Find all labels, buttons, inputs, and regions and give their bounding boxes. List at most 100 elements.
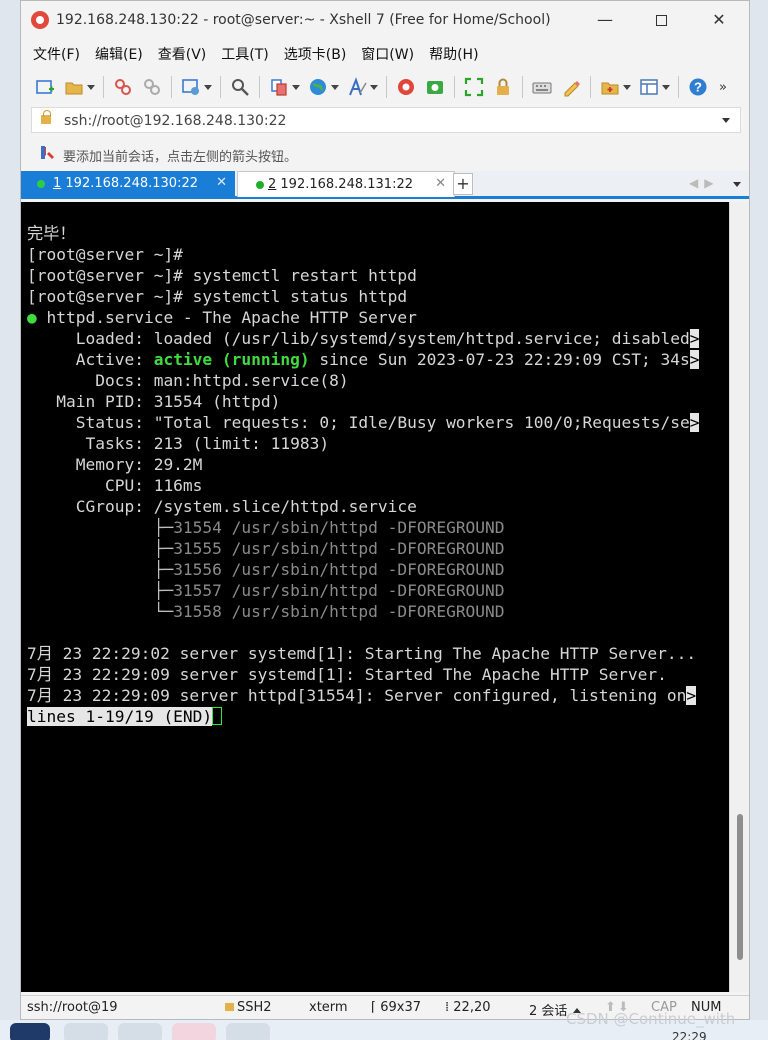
terminal-output[interactable]: 完毕！ [root@server ~]# [root@server ~]# syst… xyxy=(21,202,729,992)
taskbar-item[interactable] xyxy=(226,1023,270,1040)
csdn-watermark: CSDN @Continue_with xyxy=(566,1010,736,1028)
copy-icon[interactable] xyxy=(269,77,289,97)
terminal-line: Status: "Total requests: 0; Idle/Busy wo… xyxy=(27,412,700,433)
scrollbar-thumb[interactable] xyxy=(737,814,743,960)
toolbar-separator xyxy=(103,76,104,98)
svg-text:?: ? xyxy=(694,80,702,95)
terminal-cursor xyxy=(212,707,223,725)
highlight-icon[interactable] xyxy=(561,77,581,97)
tab-label: 192.168.248.131:22 xyxy=(276,177,413,192)
lock-icon[interactable] xyxy=(493,77,513,97)
terminal-scrollbar[interactable] xyxy=(729,202,749,992)
address-bar[interactable]: ssh://root@192.168.248.130:22 xyxy=(31,107,741,133)
toolbar-separator xyxy=(220,76,221,98)
terminal-text-segment: [root@server ~]# systemctl restart httpd xyxy=(27,266,417,285)
cgroup-process: 31556 /usr/sbin/httpd -DFOREGROUND xyxy=(173,560,505,579)
session-tab-2[interactable]: 2 192.168.248.131:22 ✕ xyxy=(237,171,455,197)
session-hint-bar: 要添加当前会话，点击左侧的箭头按钮。 xyxy=(21,141,749,167)
address-dropdown-icon[interactable] xyxy=(722,118,730,123)
terminal-line: └─31558 /usr/sbin/httpd -DFOREGROUND xyxy=(27,601,699,622)
session-tab-1[interactable]: 1 192.168.248.130:22 ✕ xyxy=(21,171,235,197)
add-tab-button[interactable]: + xyxy=(453,173,473,195)
menu-window[interactable]: 窗口(W) xyxy=(361,44,414,64)
toolbar: ? » xyxy=(21,71,749,103)
taskbar-item[interactable] xyxy=(10,1023,50,1040)
terminal-line: [root@server ~]# systemctl restart httpd xyxy=(27,265,699,286)
toolbar-overflow-button[interactable]: » xyxy=(719,80,727,95)
keyboard-icon[interactable] xyxy=(532,77,552,97)
properties-dropdown-icon[interactable] xyxy=(204,84,212,90)
menu-tabs[interactable]: 选项卡(B) xyxy=(284,44,347,64)
terminal-line: 7月 23 22:29:09 server httpd[31554]: Serv… xyxy=(27,685,699,706)
maximize-button[interactable] xyxy=(643,7,679,33)
terminal-line: Docs: man:httpd.service(8) xyxy=(27,370,699,391)
tab-close-icon[interactable]: ✕ xyxy=(216,175,227,190)
line-truncated-marker: > xyxy=(689,413,700,432)
toolbar-separator xyxy=(259,76,260,98)
cgroup-process: 31554 /usr/sbin/httpd -DFOREGROUND xyxy=(173,518,505,537)
font-dropdown-icon[interactable] xyxy=(370,84,378,90)
font-icon[interactable] xyxy=(347,77,367,97)
terminal-line: ├─31554 /usr/sbin/httpd -DFOREGROUND xyxy=(27,517,699,538)
xshell-icon[interactable] xyxy=(396,77,416,97)
globe-icon[interactable] xyxy=(308,77,328,97)
toolbar-separator xyxy=(678,76,679,98)
fullscreen-icon[interactable] xyxy=(464,77,484,97)
terminal-text-segment: [root@server ~]# systemctl status httpd xyxy=(27,287,408,306)
cgroup-tree-branch: ├─ xyxy=(27,518,174,537)
toolbar-separator xyxy=(522,76,523,98)
layout-icon[interactable] xyxy=(639,77,659,97)
menu-edit[interactable]: 编辑(E) xyxy=(95,44,143,64)
tab-close-icon[interactable]: ✕ xyxy=(435,176,446,191)
terminal-text-segment: 7月 23 22:29:09 server systemd[1]: Starte… xyxy=(27,665,667,684)
terminal-text-segment: 7月 23 22:29:02 server systemd[1]: Starti… xyxy=(27,644,697,663)
cgroup-process: 31558 /usr/sbin/httpd -DFOREGROUND xyxy=(173,602,505,621)
xftp-icon[interactable] xyxy=(425,77,445,97)
copy-dropdown-icon[interactable] xyxy=(292,84,300,90)
xshell-app-icon xyxy=(31,11,49,29)
open-folder-icon[interactable] xyxy=(64,77,84,97)
add-session-arrow-icon[interactable] xyxy=(41,146,55,160)
minimize-button[interactable]: — xyxy=(587,7,623,33)
status-session: ssh://root@19 xyxy=(27,1000,118,1015)
terminal-text-segment: Main PID: 31554 (httpd) xyxy=(27,392,281,411)
terminal-line: [root@server ~]# systemctl status httpd xyxy=(27,286,699,307)
taskbar-item[interactable] xyxy=(172,1023,216,1040)
compose-icon[interactable] xyxy=(600,77,620,97)
connect-icon[interactable] xyxy=(113,77,133,97)
close-button[interactable]: ✕ xyxy=(701,7,737,33)
globe-dropdown-icon[interactable] xyxy=(331,84,339,90)
cgroup-tree-branch: ├─ xyxy=(27,539,174,558)
compose-dropdown-icon[interactable] xyxy=(623,84,631,90)
taskbar-item[interactable] xyxy=(118,1023,162,1040)
menu-tools[interactable]: 工具(T) xyxy=(221,44,268,64)
lock-icon xyxy=(225,1003,234,1011)
title-bar: 192.168.248.130:22 - root@server:~ - Xsh… xyxy=(21,1,749,39)
disconnect-icon[interactable] xyxy=(142,77,162,97)
new-session-icon[interactable] xyxy=(35,77,55,97)
help-icon[interactable]: ? xyxy=(688,77,708,97)
find-icon[interactable] xyxy=(230,77,250,97)
cgroup-process: 31555 /usr/sbin/httpd -DFOREGROUND xyxy=(173,539,505,558)
padlock-icon xyxy=(41,110,51,124)
properties-icon[interactable] xyxy=(181,77,201,97)
menu-view[interactable]: 查看(V) xyxy=(158,44,207,64)
line-truncated-marker: > xyxy=(686,686,697,705)
layout-dropdown-icon[interactable] xyxy=(662,84,670,90)
terminal-line: ├─31557 /usr/sbin/httpd -DFOREGROUND xyxy=(27,580,699,601)
terminal-line: ● httpd.service - The Apache HTTP Server xyxy=(27,307,699,328)
address-input[interactable]: ssh://root@192.168.248.130:22 xyxy=(64,113,286,129)
terminal-text-segment: Active: xyxy=(27,350,154,369)
taskbar-item[interactable] xyxy=(64,1023,108,1040)
status-protocol: SSH2 xyxy=(225,1000,272,1015)
tab-list-dropdown-icon[interactable] xyxy=(733,182,741,187)
menu-file[interactable]: 文件(F) xyxy=(33,44,80,64)
terminal-text-segment: httpd.service - The Apache HTTP Server xyxy=(36,308,417,327)
open-folder-dropdown-icon[interactable] xyxy=(87,84,95,90)
terminal-text-segment: [root@server ~]# xyxy=(27,245,183,264)
cgroup-process: 31557 /usr/sbin/httpd -DFOREGROUND xyxy=(173,581,505,600)
tab-scroll-arrows-icon[interactable]: ◀▶ xyxy=(689,176,719,190)
menu-help[interactable]: 帮助(H) xyxy=(429,44,478,64)
terminal-line: CPU: 116ms xyxy=(27,475,699,496)
